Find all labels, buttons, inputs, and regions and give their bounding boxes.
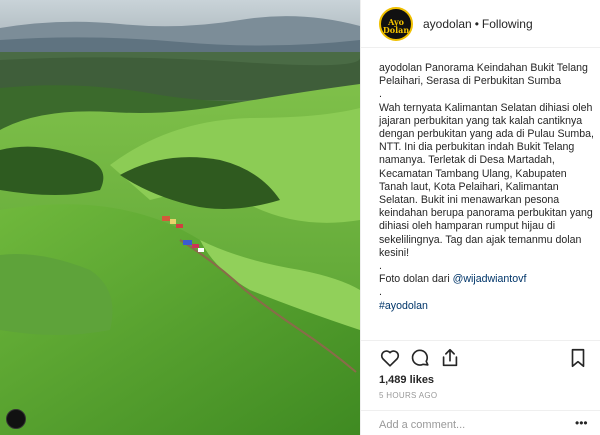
avatar[interactable]: Ayo Dolan — [379, 6, 413, 41]
avatar-logo: Ayo Dolan — [382, 16, 410, 35]
caption-dot: . — [379, 286, 382, 299]
post-timestamp[interactable]: 5 HOURS AGO — [379, 391, 437, 400]
post-photo[interactable] — [0, 0, 360, 435]
credit-prefix: Foto dolan dari — [379, 273, 450, 286]
caption-dot: . — [379, 88, 382, 101]
landscape-photo — [0, 0, 360, 435]
header-text: ayodolan • Following — [423, 17, 533, 31]
post-side-panel: Ayo Dolan ayodolan • Following ayodolan Pan… — [360, 0, 600, 435]
action-icons — [379, 347, 589, 371]
credit-mention-link[interactable]: @wijadwiantovf — [453, 273, 527, 285]
post-header: Ayo Dolan ayodolan • Following — [361, 0, 600, 48]
comment-input[interactable] — [379, 417, 559, 433]
caption-body: Wah ternyata Kalimantan Selatan dihiasi … — [379, 101, 597, 259]
likes-count[interactable]: 1,489 likes — [379, 374, 434, 386]
heart-icon[interactable] — [379, 347, 401, 369]
more-options-icon[interactable]: ••• — [575, 417, 591, 431]
caption-dot: . — [379, 260, 382, 273]
caption-credit: Foto dolan dari @wijadwiantovf — [379, 273, 595, 286]
username-link[interactable]: ayodolan — [423, 17, 472, 31]
separator-dot: • — [474, 16, 479, 31]
following-button[interactable]: Following — [482, 17, 533, 31]
caption-author[interactable]: ayodolan — [379, 62, 422, 74]
hashtag-link[interactable]: #ayodolan — [379, 300, 428, 312]
caption-title-line: ayodolan Panorama Keindahan Bukit Telang… — [379, 62, 595, 88]
actions-bar — [361, 340, 600, 368]
comment-icon[interactable] — [409, 347, 431, 369]
bookmark-icon[interactable] — [567, 347, 589, 369]
post-caption: ayodolan Panorama Keindahan Bukit Telang… — [379, 62, 595, 342]
share-icon[interactable] — [439, 347, 461, 369]
photo-watermark-logo — [6, 409, 26, 429]
comment-bar: ••• — [361, 410, 600, 435]
